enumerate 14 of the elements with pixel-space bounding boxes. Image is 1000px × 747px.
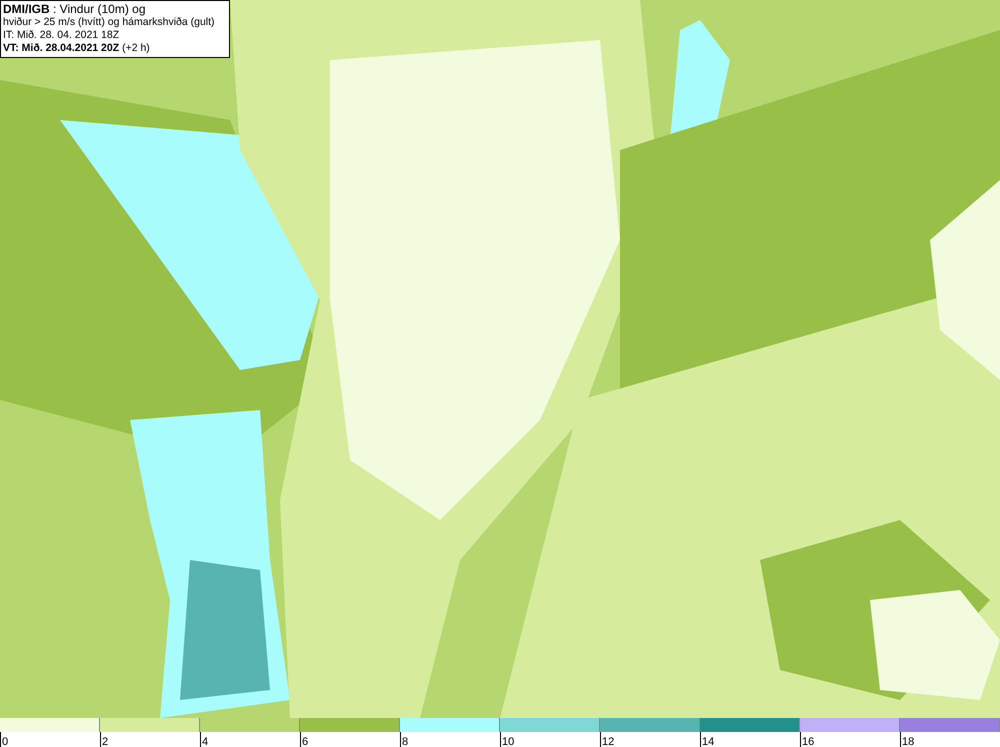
title-line: DMI/IGB : Vindur (10m) og (3, 2, 146, 16)
legend-label: 18 (901, 736, 914, 747)
legend-label: 14 (701, 736, 714, 747)
legend-label: 8 (401, 736, 408, 747)
legend-label: 16 (801, 736, 814, 747)
title-line: hviður > 25 m/s (hvítt) og hámarkshviða (gult) (3, 16, 216, 29)
legend-label: 10 (501, 736, 514, 747)
legend-label: 12 (601, 736, 614, 747)
title-line: VT: Mið. 28.04.2021 20Z (+2 h) (3, 42, 151, 55)
legend-label: 6 (301, 736, 308, 747)
legend-label: 2 (101, 736, 108, 747)
title-line: IT: Mið. 28. 04. 2021 18Z (3, 29, 120, 42)
legend-label: 0 (1, 736, 8, 747)
legend-label: 4 (201, 736, 208, 747)
